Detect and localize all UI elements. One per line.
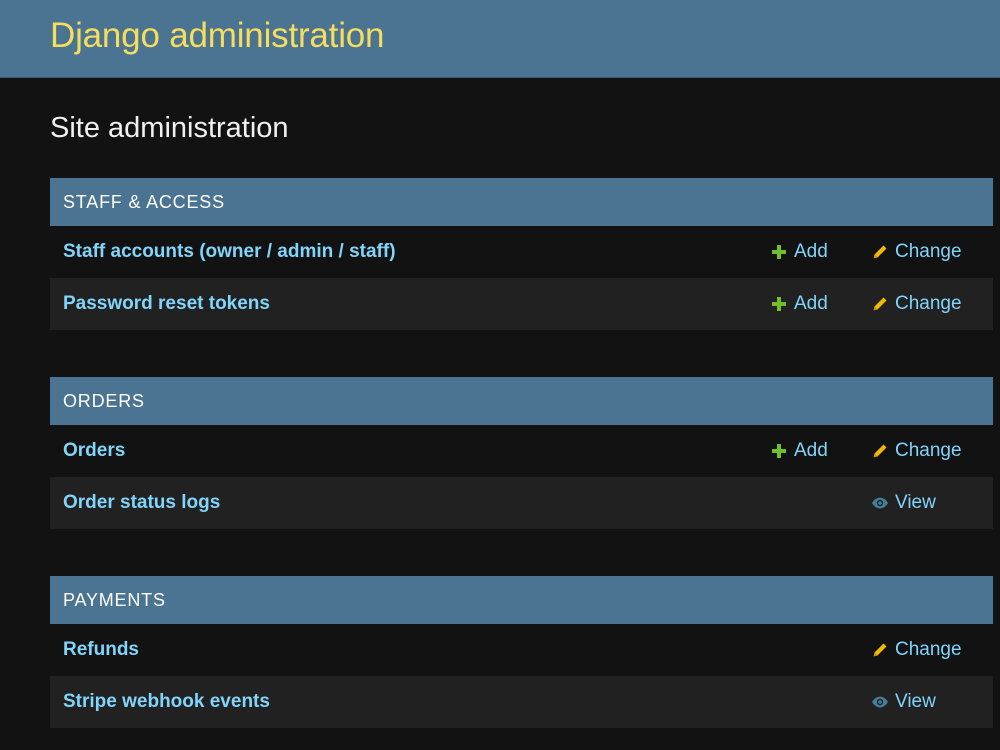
add-label: Add: [794, 241, 828, 262]
main-content: Site administration STAFF & ACCESS Staff…: [0, 78, 1000, 728]
change-link[interactable]: Change: [871, 639, 962, 661]
module-caption[interactable]: ORDERS: [50, 377, 993, 425]
model-link-refunds[interactable]: Refunds: [63, 639, 139, 661]
view-label: View: [895, 691, 936, 712]
plus-icon: [770, 442, 788, 460]
model-row: Staff accounts (owner / admin / staff) A…: [50, 226, 993, 278]
change-link[interactable]: Change: [871, 440, 962, 462]
model-link-order-status-logs[interactable]: Order status logs: [63, 492, 220, 514]
pencil-icon: [871, 243, 889, 261]
module-payments: PAYMENTS Refunds Change Stripe webhook e…: [50, 576, 993, 728]
model-link-password-reset-tokens[interactable]: Password reset tokens: [63, 293, 270, 315]
plus-icon: [770, 295, 788, 313]
pencil-icon: [871, 295, 889, 313]
page-title: Site administration: [50, 112, 289, 144]
view-link[interactable]: View: [871, 492, 936, 514]
view-label: View: [895, 492, 936, 513]
model-link-staff-accounts[interactable]: Staff accounts (owner / admin / staff): [63, 241, 396, 263]
model-row: Orders Add Change: [50, 425, 993, 477]
plus-icon: [770, 243, 788, 261]
eye-icon: [871, 494, 889, 512]
model-row: Refunds Change: [50, 624, 993, 676]
model-link-orders[interactable]: Orders: [63, 440, 125, 462]
view-link[interactable]: View: [871, 691, 936, 713]
add-link[interactable]: Add: [770, 440, 828, 462]
change-link[interactable]: Change: [871, 293, 962, 315]
change-link[interactable]: Change: [871, 241, 962, 263]
change-label: Change: [895, 440, 962, 461]
add-label: Add: [794, 293, 828, 314]
site-header: Django administration: [0, 0, 1000, 78]
module-orders: ORDERS Orders Add Change Order status lo…: [50, 377, 993, 529]
add-label: Add: [794, 440, 828, 461]
module-caption[interactable]: STAFF & ACCESS: [50, 178, 993, 226]
model-row: Password reset tokens Add Change: [50, 278, 993, 330]
change-label: Change: [895, 293, 962, 314]
eye-icon: [871, 693, 889, 711]
module-caption[interactable]: PAYMENTS: [50, 576, 993, 624]
model-row: Stripe webhook events View: [50, 676, 993, 728]
site-branding[interactable]: Django administration: [50, 16, 385, 56]
change-label: Change: [895, 241, 962, 262]
add-link[interactable]: Add: [770, 293, 828, 315]
model-link-stripe-webhook-events[interactable]: Stripe webhook events: [63, 691, 270, 713]
change-label: Change: [895, 639, 962, 660]
pencil-icon: [871, 442, 889, 460]
model-row: Order status logs View: [50, 477, 993, 529]
module-staff-access: STAFF & ACCESS Staff accounts (owner / a…: [50, 178, 993, 330]
add-link[interactable]: Add: [770, 241, 828, 263]
pencil-icon: [871, 641, 889, 659]
